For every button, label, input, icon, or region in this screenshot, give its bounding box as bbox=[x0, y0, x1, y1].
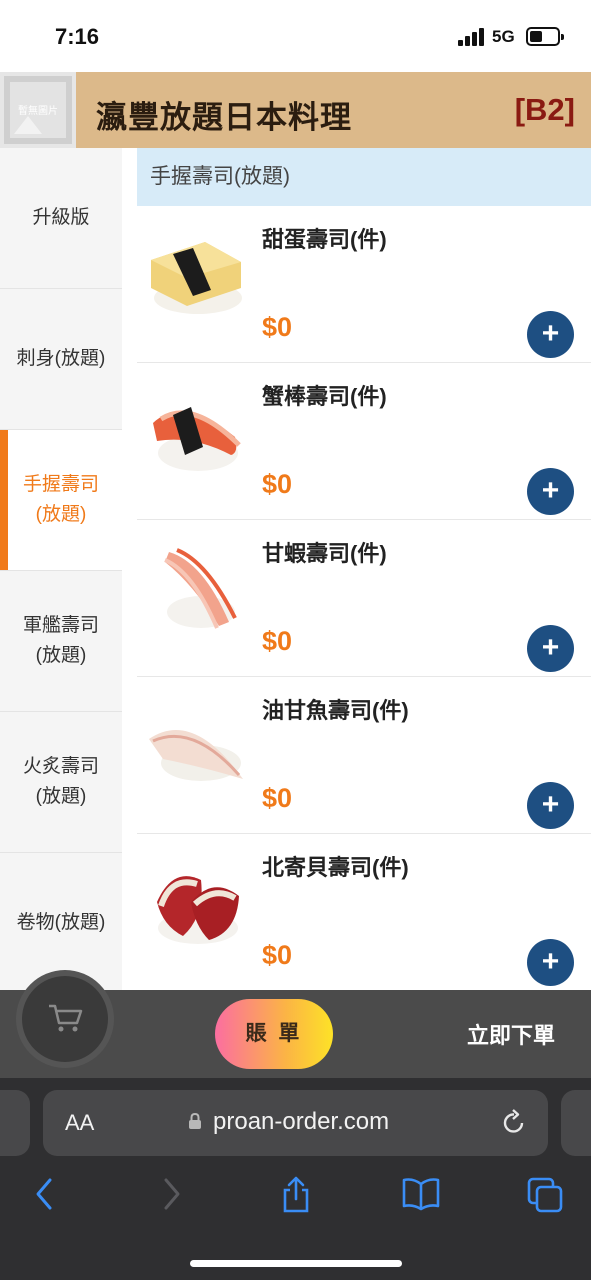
reload-icon[interactable] bbox=[501, 1109, 527, 1137]
reader-settings-button[interactable]: AA bbox=[65, 1110, 94, 1136]
crab-stick-sushi-image bbox=[153, 407, 241, 471]
sidebar-item-label-sub: (放題) bbox=[35, 504, 87, 525]
yellowtail-sushi-image bbox=[149, 730, 243, 781]
sidebar-item-label-sub: (放題) bbox=[35, 645, 87, 666]
category-sidebar: 升級版 刺身(放題) 手握壽司 (放題) 軍艦壽司 (放題) 火炙壽司 (放題)… bbox=[0, 148, 122, 994]
sidebar-item-label: 軍艦壽司 bbox=[22, 615, 99, 636]
url-text: proan-order.com bbox=[213, 1108, 390, 1135]
sidebar-item-rolls[interactable]: 卷物(放題) bbox=[0, 853, 122, 994]
order-bar: 賬 單 立即下單 bbox=[0, 976, 591, 1078]
menu-item-name: 北寄貝壽司(件) bbox=[262, 855, 409, 880]
add-to-cart-button[interactable]: + bbox=[527, 625, 574, 672]
menu-item-name: 蟹棒壽司(件) bbox=[262, 384, 387, 409]
surf-clam-sushi-image bbox=[157, 876, 239, 944]
address-bar[interactable]: AA proan-order.com bbox=[43, 1090, 548, 1156]
network-label: 5G bbox=[492, 27, 515, 46]
menu-item-price: $0 bbox=[262, 940, 293, 970]
add-to-cart-button[interactable]: + bbox=[527, 782, 574, 829]
add-to-cart-button[interactable]: + bbox=[527, 311, 574, 358]
add-to-cart-button[interactable]: + bbox=[527, 468, 574, 515]
restaurant-name: 瀛豐放題日本料理 bbox=[96, 100, 352, 135]
menu-item: 蟹棒壽司(件) $0 + bbox=[137, 363, 591, 520]
cart-button[interactable] bbox=[22, 976, 108, 1062]
bookmarks-icon[interactable] bbox=[401, 1176, 441, 1212]
table-code: [B2] bbox=[514, 92, 575, 127]
tamago-sushi-image bbox=[151, 242, 242, 314]
menu-item: 甘蝦壽司(件) $0 + bbox=[137, 520, 591, 677]
sidebar-item-gunkan[interactable]: 軍艦壽司 (放題) bbox=[0, 571, 122, 712]
cart-icon bbox=[49, 1004, 83, 1032]
status-time: 7:16 bbox=[55, 24, 100, 49]
sidebar-item-upgrade[interactable]: 升級版 bbox=[0, 148, 122, 289]
signal-icon bbox=[458, 28, 486, 46]
share-icon[interactable] bbox=[280, 1176, 312, 1214]
menu-item-name: 甘蝦壽司(件) bbox=[262, 541, 387, 566]
menu-item: 北寄貝壽司(件) $0 + bbox=[137, 834, 591, 991]
tabs-icon[interactable] bbox=[526, 1176, 564, 1214]
menu-item: 油甘魚壽司(件) $0 + bbox=[137, 677, 591, 834]
menu-item-price: $0 bbox=[262, 626, 293, 656]
previous-tab-peek[interactable] bbox=[0, 1090, 30, 1156]
section-title: 手握壽司(放題) bbox=[137, 148, 591, 206]
browser-toolbar: AA proan-order.com bbox=[0, 1078, 591, 1280]
lock-icon bbox=[189, 1112, 201, 1129]
sidebar-item-nigiri[interactable]: 手握壽司 (放題) bbox=[0, 430, 122, 571]
status-bar: 7:16 5G bbox=[0, 0, 591, 72]
bill-button[interactable]: 賬 單 bbox=[215, 999, 333, 1069]
sidebar-item-label: 卷物(放題) bbox=[16, 912, 106, 933]
menu-item-price: $0 bbox=[262, 312, 293, 342]
add-to-cart-button[interactable]: + bbox=[527, 939, 574, 986]
sidebar-item-sashimi[interactable]: 刺身(放題) bbox=[0, 289, 122, 430]
forward-icon[interactable] bbox=[160, 1176, 184, 1212]
submit-order-button[interactable]: 立即下單 bbox=[467, 1018, 555, 1050]
logo-placeholder-text: 暫無圖片 bbox=[18, 106, 58, 117]
menu-item-price: $0 bbox=[262, 469, 293, 499]
sidebar-item-aburi[interactable]: 火炙壽司 (放題) bbox=[0, 712, 122, 853]
sidebar-item-label: 火炙壽司 bbox=[22, 756, 99, 777]
sidebar-item-label: 升級版 bbox=[32, 207, 90, 228]
menu-item: 甜蛋壽司(件) $0 + bbox=[137, 206, 591, 363]
menu-item-name: 油甘魚壽司(件) bbox=[262, 698, 409, 723]
sweet-shrimp-sushi-image bbox=[164, 548, 237, 629]
home-indicator bbox=[190, 1260, 402, 1267]
restaurant-logo: 暫無圖片 bbox=[0, 72, 76, 148]
sidebar-item-label: 手握壽司 bbox=[22, 474, 99, 495]
sidebar-item-label-sub: (放題) bbox=[35, 786, 87, 807]
next-tab-peek[interactable] bbox=[561, 1090, 591, 1156]
back-icon[interactable] bbox=[32, 1176, 56, 1212]
sidebar-item-label: 刺身(放題) bbox=[16, 348, 106, 369]
browser-nav-row bbox=[0, 1176, 591, 1216]
battery-icon bbox=[526, 27, 564, 46]
restaurant-header: 暫無圖片 瀛豐放題日本料理 [B2] bbox=[0, 72, 591, 148]
menu-item-price: $0 bbox=[262, 783, 293, 813]
menu-item-name: 甜蛋壽司(件) bbox=[262, 227, 387, 252]
